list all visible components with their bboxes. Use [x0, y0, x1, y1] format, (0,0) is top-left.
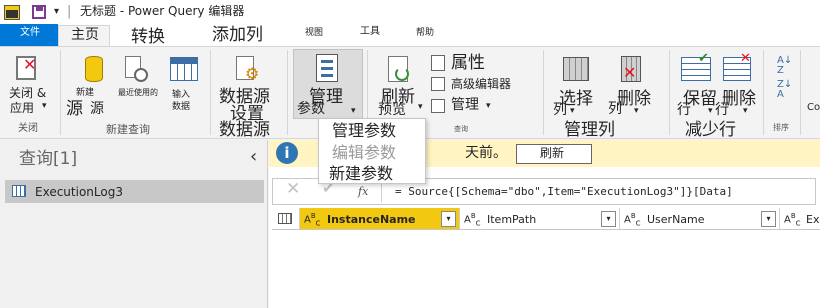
group-data-sources-label: 数据源	[219, 120, 270, 140]
app-logo-icon	[4, 5, 20, 20]
text-type-icon: ABC	[464, 212, 481, 228]
keep-rows-dropdown-icon[interactable]: ▾	[708, 107, 713, 116]
manage-parameters-label-2: 参数	[297, 101, 325, 117]
tab-help[interactable]: 帮助	[416, 29, 434, 38]
group-query-label-partial: 查询	[454, 125, 468, 133]
menu-item-manage-parameters[interactable]: 管理参数	[332, 123, 396, 139]
column-header-label: InstanceName	[327, 213, 416, 226]
manage-parameters-dropdown-icon: ▾	[351, 106, 356, 116]
query-table-icon	[12, 185, 26, 197]
info-refresh-label: 刷新	[540, 146, 565, 160]
properties-icon[interactable]	[431, 55, 445, 71]
collapse-pane-icon[interactable]: ‹	[250, 148, 257, 166]
column-header-label: Ex	[806, 213, 820, 226]
database-icon[interactable]	[85, 56, 103, 82]
tab-file-label: 文件	[20, 27, 40, 38]
column-header-label: ItemPath	[487, 213, 537, 226]
formula-text[interactable]: = Source{[Schema="dbo",Item="ExecutionLo…	[395, 186, 733, 197]
new-source-label-2[interactable]: 源	[66, 101, 83, 118]
group-new-query-label: 新建查询	[106, 123, 150, 136]
close-apply-label[interactable]: 关闭 &	[9, 87, 46, 99]
close-apply-label-2[interactable]: 应用	[10, 102, 34, 114]
refresh-preview-label-2[interactable]: 预览	[378, 103, 406, 117]
column-filter-button[interactable]: ▾	[441, 211, 456, 227]
text-type-icon: ABC	[784, 212, 801, 228]
queries-pane-header: 查询[1]	[19, 149, 78, 169]
table-menu-icon[interactable]	[278, 213, 292, 224]
tab-add-column[interactable]: 添加列	[212, 27, 263, 44]
tab-view[interactable]: 视图	[305, 29, 323, 38]
clock-icon	[134, 68, 148, 82]
remove-rows-dropdown-icon[interactable]: ▾	[743, 107, 748, 116]
formula-cancel-icon[interactable]: ✕	[286, 181, 300, 198]
formula-fx-icon[interactable]: fx	[358, 186, 368, 197]
group-reduce-rows-label: 减少行	[685, 120, 736, 140]
choose-columns-icon[interactable]	[563, 57, 589, 81]
refresh-icon[interactable]	[388, 56, 409, 82]
manage-icon[interactable]	[431, 99, 445, 113]
tab-transform[interactable]: 转换	[131, 29, 165, 46]
column-header-label: UserName	[647, 213, 705, 226]
choose-columns-label-2[interactable]: 列	[553, 103, 567, 117]
manage-dropdown-icon[interactable]: ▾	[486, 102, 491, 111]
info-bar-message: 天前。	[465, 145, 507, 161]
properties-label[interactable]: 属性	[451, 55, 485, 72]
enter-data-label-2[interactable]: 数据	[172, 103, 190, 112]
recent-sources-label[interactable]: 最近使用的	[118, 89, 158, 97]
quick-access-dropdown-icon[interactable]: ▾	[54, 7, 59, 17]
ribbon-tab-row	[0, 24, 820, 46]
info-icon: i	[276, 142, 298, 164]
save-icon[interactable]	[32, 5, 46, 19]
tab-tools[interactable]: 工具	[360, 27, 380, 37]
recent-sources-label-2[interactable]: 源	[90, 102, 104, 116]
column-header-itempath[interactable]	[460, 208, 620, 230]
advanced-editor-label[interactable]: 高级编辑器	[451, 78, 511, 90]
gear-icon: ⚙	[245, 64, 260, 83]
table-icon[interactable]	[170, 57, 198, 81]
text-type-icon: ABC	[624, 212, 641, 228]
combine-label[interactable]: Co	[807, 103, 820, 113]
window-title: 无标题 - Power Query 编辑器	[80, 4, 245, 18]
close-apply-dropdown-icon[interactable]: ▾	[42, 102, 47, 111]
advanced-editor-icon[interactable]	[431, 77, 445, 91]
tab-home-label: 主页	[71, 27, 99, 43]
title-separator: |	[67, 4, 72, 19]
parameters-icon	[316, 54, 338, 82]
group-manage-columns-label: 管理列	[564, 120, 615, 140]
menu-item-new-parameter[interactable]: 新建参数	[329, 166, 393, 182]
text-type-icon: ABC	[304, 212, 321, 228]
new-source-label[interactable]: 新建	[76, 89, 94, 98]
menu-item-edit-parameters[interactable]: 编辑参数	[332, 145, 396, 161]
remove-x-icon: ✕	[623, 63, 637, 82]
choose-columns-dropdown-icon[interactable]: ▾	[570, 107, 575, 116]
refresh-dropdown-icon[interactable]: ▾	[418, 103, 423, 112]
sort-descending-icon[interactable]: Z↓ A	[777, 80, 792, 100]
remove-columns-dropdown-icon[interactable]: ▾	[634, 107, 639, 116]
keep-rows-label-2[interactable]: 行	[677, 103, 691, 117]
column-filter-button[interactable]: ▾	[601, 211, 616, 227]
sort-ascending-icon[interactable]: A↓ Z	[777, 56, 792, 76]
group-sort-label: 排序	[773, 123, 789, 132]
manage-label[interactable]: 管理	[451, 98, 479, 112]
remove-rows-label-2[interactable]: 行	[715, 103, 729, 117]
remove-columns-label-2[interactable]: 列	[608, 102, 622, 116]
enter-data-label[interactable]: 输入	[172, 91, 190, 100]
column-filter-button[interactable]: ▾	[761, 211, 776, 227]
close-apply-icon[interactable]: ✕	[16, 56, 36, 80]
formula-divider	[381, 181, 382, 202]
check-icon: ✔	[698, 51, 709, 66]
query-item-label: ExecutionLog3	[35, 185, 123, 199]
remove-rows-x-icon: ✕	[740, 51, 751, 66]
title-bar: ▾ | 无标题 - Power Query 编辑器	[0, 0, 820, 24]
group-close-label: 关闭	[18, 123, 38, 134]
